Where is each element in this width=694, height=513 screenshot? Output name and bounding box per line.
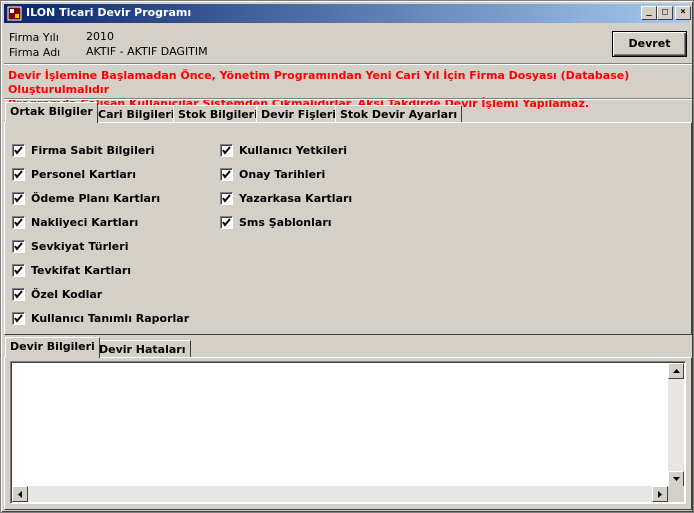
checkmark-icon bbox=[14, 313, 23, 323]
checkbox-item[interactable]: Firma Sabit Bilgileri bbox=[12, 142, 155, 158]
separator bbox=[4, 98, 692, 100]
maximize-button[interactable]: □ bbox=[657, 6, 673, 20]
title-bar[interactable]: ILON Ticari Devir Programı _ □ × bbox=[4, 4, 691, 23]
checkbox-item[interactable]: Sms Şablonları bbox=[220, 214, 332, 230]
checkmark-icon bbox=[222, 193, 231, 203]
year-value: 2010 bbox=[86, 30, 114, 43]
tab-stok-devir-ayarlari[interactable]: Stok Devir Ayarları bbox=[335, 105, 463, 123]
tab-stok-bilgileri[interactable]: Stok Bilgileri bbox=[173, 105, 263, 123]
close-button[interactable]: × bbox=[675, 6, 691, 20]
checkbox-item[interactable]: Sevkiyat Türleri bbox=[12, 238, 128, 254]
checkmark-icon bbox=[14, 241, 23, 251]
checkbox[interactable] bbox=[220, 143, 233, 157]
window-title: ILON Ticari Devir Programı bbox=[26, 6, 192, 19]
checkmark-icon bbox=[14, 265, 23, 275]
checkmark-icon bbox=[14, 145, 23, 155]
checkbox-label: Ödeme Planı Kartları bbox=[31, 191, 161, 205]
checkmark-icon bbox=[14, 169, 23, 179]
minimize-button[interactable]: _ bbox=[641, 6, 657, 20]
checkbox-label: Onay Tarihleri bbox=[239, 167, 326, 181]
tab-devir-hatalari[interactable]: Devir Hataları bbox=[94, 340, 191, 358]
checkbox-label: Firma Sabit Bilgileri bbox=[31, 143, 155, 157]
checkbox-label: Sms Şablonları bbox=[239, 215, 332, 229]
checkmark-icon bbox=[14, 289, 23, 299]
checkbox-item[interactable]: Tevkifat Kartları bbox=[12, 262, 131, 278]
checkbox-item[interactable]: Nakliyeci Kartları bbox=[12, 214, 138, 230]
checkbox[interactable] bbox=[12, 263, 25, 277]
checkbox-item[interactable]: Onay Tarihleri bbox=[220, 166, 325, 182]
firm-name-label: Firma Adı bbox=[9, 46, 61, 59]
checkbox[interactable] bbox=[12, 215, 25, 229]
checkbox-label: Sevkiyat Türleri bbox=[31, 239, 129, 253]
separator bbox=[4, 63, 692, 65]
vertical-scrollbar[interactable] bbox=[668, 363, 684, 487]
checkbox[interactable] bbox=[12, 287, 25, 301]
checkbox-item[interactable]: Ödeme Planı Kartları bbox=[12, 190, 160, 206]
tab-devir-bilgileri[interactable]: Devir Bilgileri bbox=[5, 337, 100, 358]
scrollbar-corner bbox=[668, 486, 684, 502]
warning-line-1: Devir İşlemine Başlamadan Önce, Yönetim … bbox=[8, 69, 630, 96]
tab-ortak-bilgiler[interactable]: Ortak Bilgiler bbox=[5, 102, 98, 123]
checkmark-icon bbox=[222, 145, 231, 155]
checkbox-label: Personel Kartları bbox=[31, 167, 136, 181]
year-label: Firma Yılı bbox=[9, 31, 59, 44]
checkbox-label: Yazarkasa Kartları bbox=[239, 191, 353, 205]
horizontal-scrollbar[interactable] bbox=[12, 486, 668, 502]
checkmark-icon bbox=[14, 217, 23, 227]
scroll-right-icon[interactable] bbox=[652, 486, 668, 502]
scroll-left-icon[interactable] bbox=[12, 486, 28, 502]
checkbox[interactable] bbox=[12, 239, 25, 253]
checkbox[interactable] bbox=[12, 167, 25, 181]
checkmark-icon bbox=[222, 217, 231, 227]
firm-name-value: AKTIF - AKTIF DAGITIM bbox=[86, 45, 208, 58]
log-content bbox=[11, 362, 685, 366]
main-window: ILON Ticari Devir Programı _ □ × Firma Y… bbox=[0, 0, 694, 513]
checkbox[interactable] bbox=[220, 191, 233, 205]
checkbox-item[interactable]: Özel Kodlar bbox=[12, 286, 102, 302]
checkbox-item[interactable]: Personel Kartları bbox=[12, 166, 136, 182]
checkbox-label: Özel Kodlar bbox=[31, 287, 103, 301]
checkbox-label: Tevkifat Kartları bbox=[31, 263, 132, 277]
checkbox[interactable] bbox=[12, 311, 25, 325]
checkbox-item[interactable]: Kullanıcı Tanımlı Raporlar bbox=[12, 310, 189, 326]
checkmark-icon bbox=[222, 169, 231, 179]
checkmark-icon bbox=[14, 193, 23, 203]
scroll-up-icon[interactable] bbox=[668, 363, 684, 379]
devret-button[interactable]: Devret bbox=[612, 31, 687, 57]
checkbox-label: Kullanıcı Yetkileri bbox=[239, 143, 348, 157]
checkbox-item[interactable]: Yazarkasa Kartları bbox=[220, 190, 352, 206]
app-icon bbox=[7, 6, 22, 21]
checkbox-item[interactable]: Kullanıcı Yetkileri bbox=[220, 142, 347, 158]
tab-cari-bilgileri[interactable]: Cari Bilgileri bbox=[93, 105, 180, 123]
checkbox-label: Kullanıcı Tanımlı Raporlar bbox=[31, 311, 190, 325]
checkbox[interactable] bbox=[12, 191, 25, 205]
log-textarea[interactable] bbox=[10, 361, 686, 504]
checkbox[interactable] bbox=[12, 143, 25, 157]
checkbox[interactable] bbox=[220, 215, 233, 229]
checkbox-label: Nakliyeci Kartları bbox=[31, 215, 139, 229]
tab-devir-fisleri[interactable]: Devir Fişleri bbox=[256, 105, 342, 123]
checkbox[interactable] bbox=[220, 167, 233, 181]
scroll-down-icon[interactable] bbox=[668, 471, 684, 487]
